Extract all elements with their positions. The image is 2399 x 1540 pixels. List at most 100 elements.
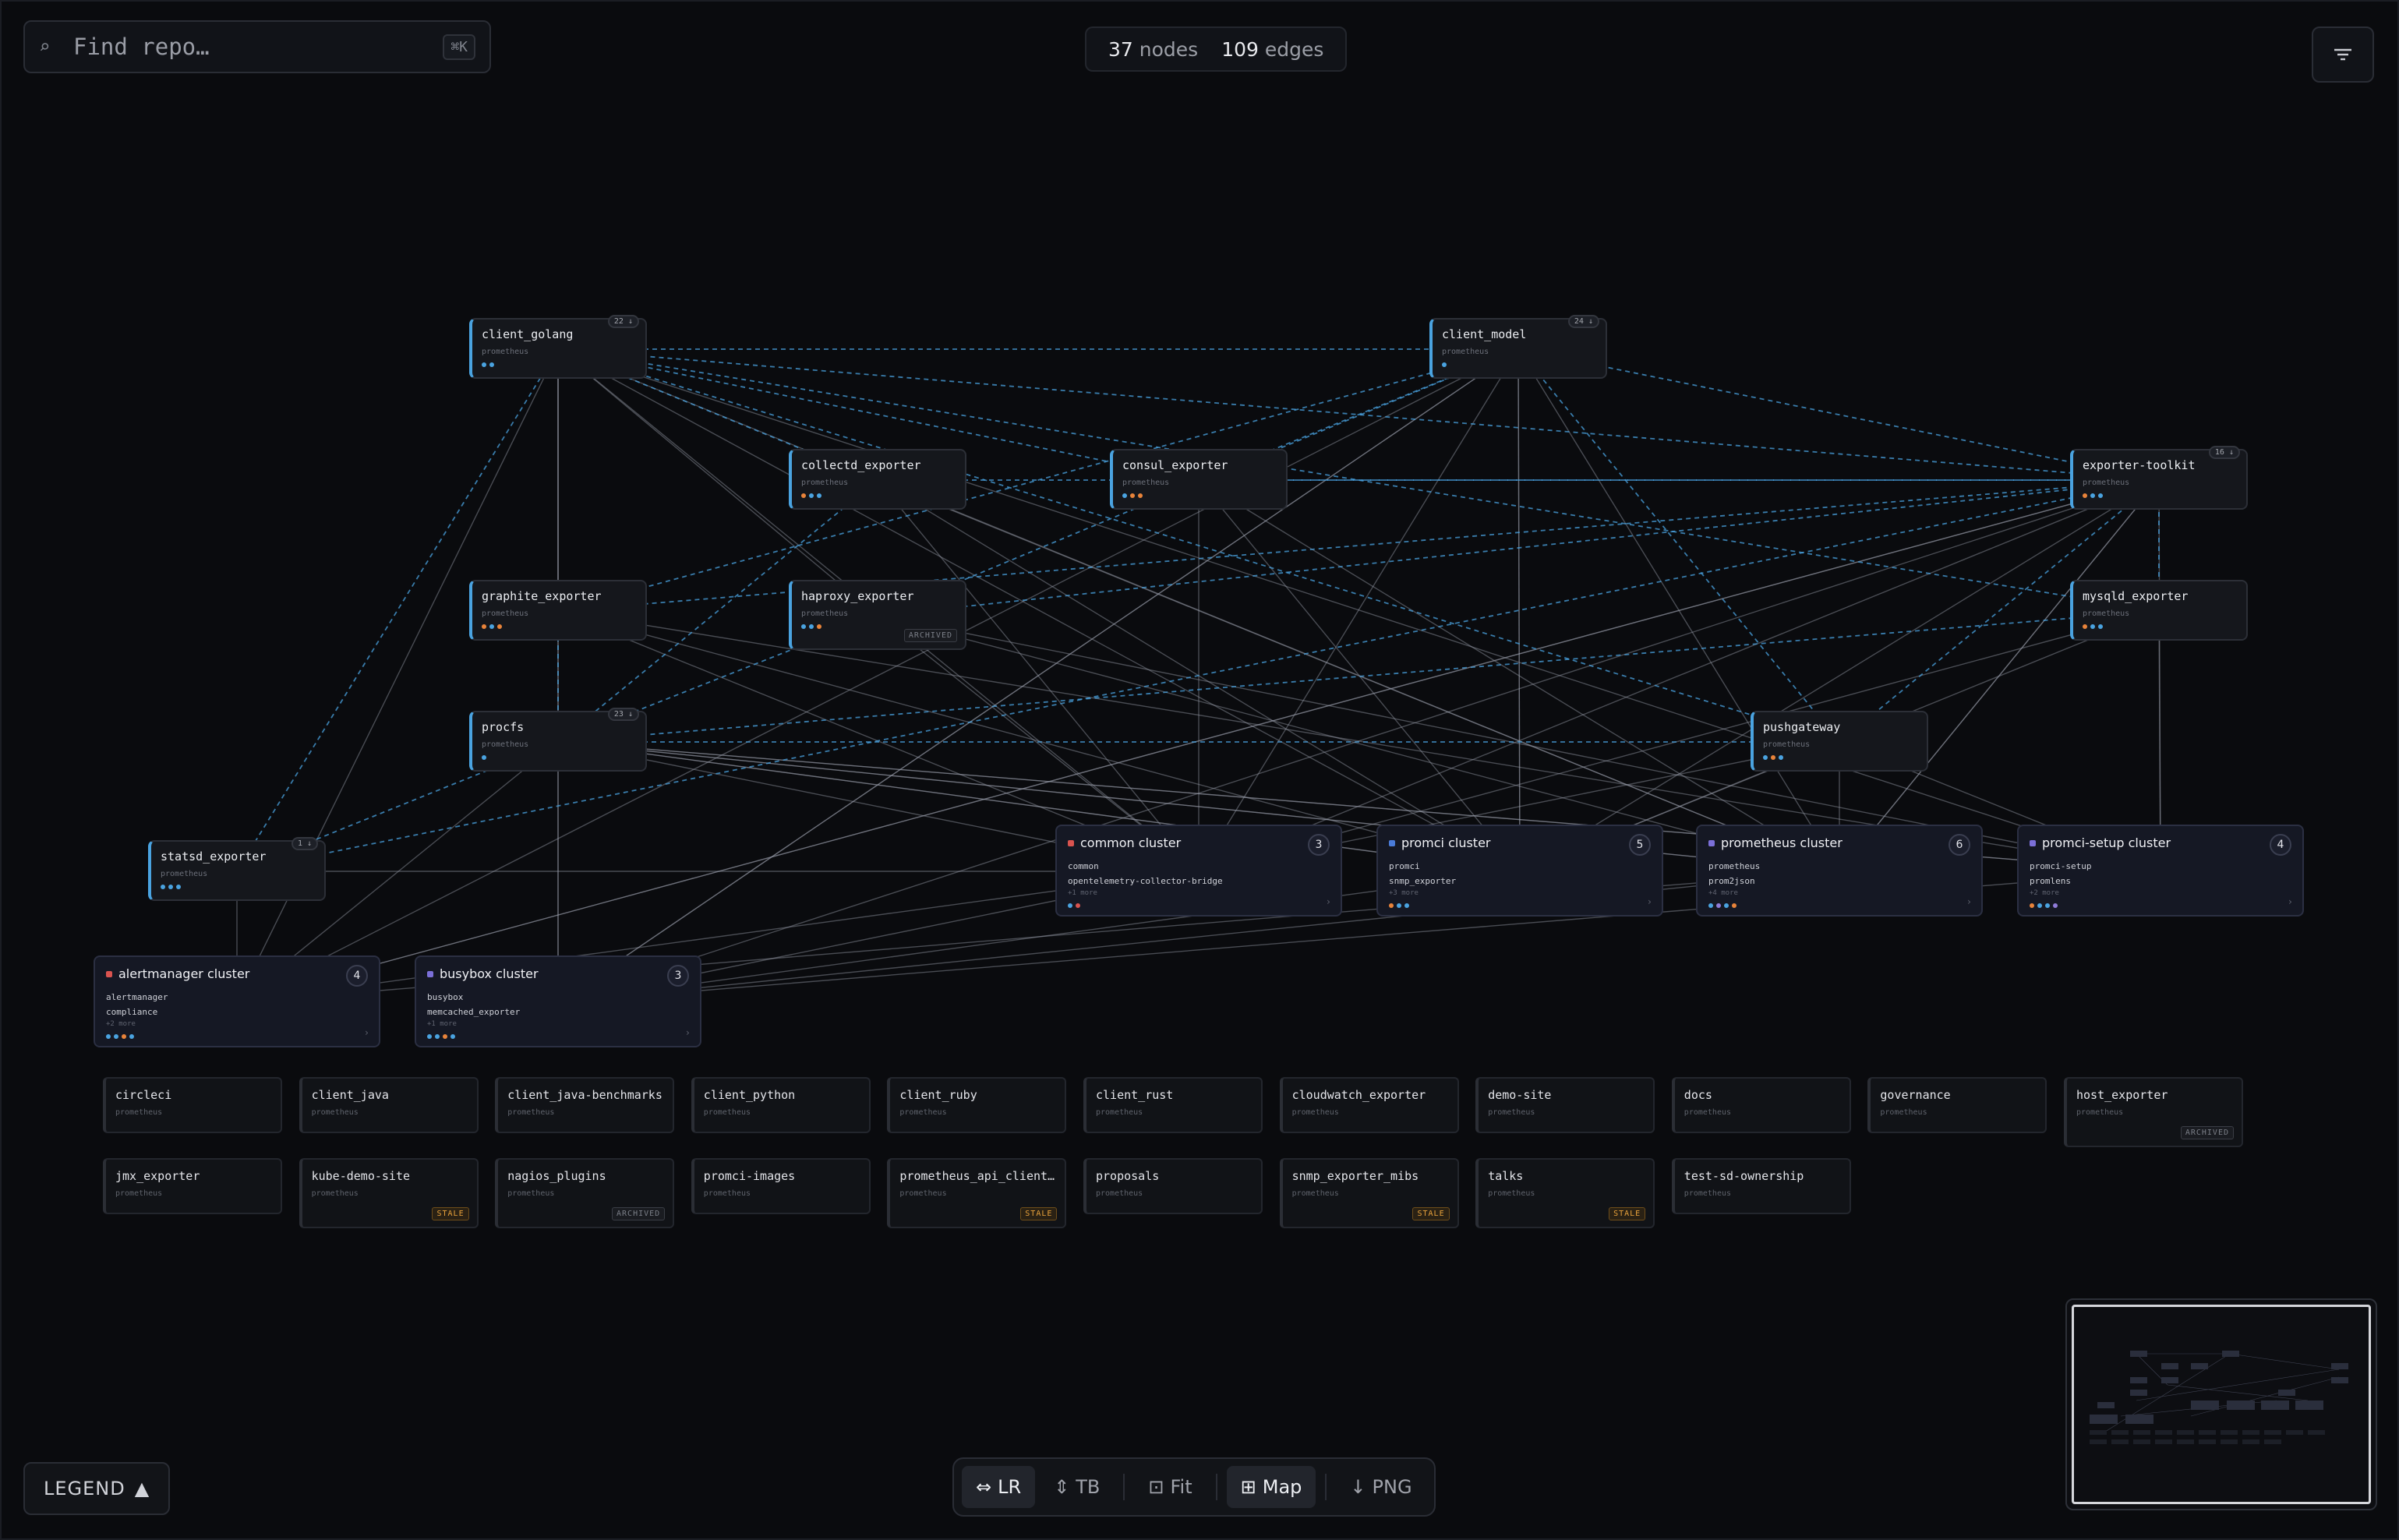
node-statsd-exporter[interactable]: 1 ↓ statsd_exporter prometheus (148, 837, 326, 901)
repo-tile[interactable]: client_rust prometheus (1083, 1077, 1263, 1133)
repo-tile[interactable]: jmx_exporter prometheus (103, 1158, 282, 1214)
minimap-toggle-button[interactable]: ⊞ Map (1226, 1466, 1316, 1508)
repo-tile[interactable]: circleci prometheus (103, 1077, 282, 1133)
cluster-member: prom2json (1708, 876, 1755, 886)
cluster-color-swatch (1708, 839, 1715, 846)
repo-org: prometheus (899, 1108, 947, 1117)
node-mysqld-exporter[interactable]: mysqld_exporter prometheus (2070, 580, 2248, 641)
language-dots (482, 624, 636, 629)
language-dot (2083, 493, 2087, 498)
language-dot (2098, 493, 2103, 498)
node-client-model[interactable]: 24 ↓ client_model prometheus (1429, 315, 1607, 379)
export-png-button[interactable]: ↓ PNG (1336, 1466, 1426, 1508)
dependent-count: 24 ↓ (1567, 315, 1599, 328)
language-dot (106, 1034, 111, 1039)
repo-tile[interactable]: host_exporter prometheus ARCHIVED (2064, 1077, 2243, 1147)
cluster-member: common (1068, 861, 1099, 871)
repo-org: prometheus (1096, 1189, 1143, 1198)
repo-tile[interactable]: kube-demo-site prometheus STALE (299, 1158, 479, 1228)
language-dot (2037, 903, 2042, 908)
node-haproxy-exporter[interactable]: haproxy_exporter prometheus ARCHIVED (789, 580, 966, 650)
chevron-right-icon[interactable]: › (1647, 896, 1652, 907)
dependent-count: 22 ↓ (607, 315, 639, 328)
language-dot (427, 1034, 432, 1039)
language-dot (450, 1034, 455, 1039)
cluster-promci[interactable]: promci cluster 5 promci snmp_exporter +3… (1376, 825, 1663, 917)
language-dot (122, 1034, 126, 1039)
cluster-promci-setup[interactable]: promci-setup cluster 4 promci-setup prom… (2017, 825, 2304, 917)
language-dot (482, 362, 486, 367)
language-dot (482, 755, 486, 760)
node-collectd-exporter[interactable]: collectd_exporter prometheus (789, 449, 966, 510)
repo-tile[interactable]: client_python prometheus (691, 1077, 871, 1133)
repo-tile[interactable]: nagios_plugins prometheus ARCHIVED (495, 1158, 675, 1228)
minimap[interactable] (2065, 1298, 2377, 1510)
cluster-title: common cluster (1068, 835, 1330, 850)
cluster-busybox[interactable]: busybox cluster 3 busybox memcached_expo… (415, 955, 701, 1047)
node-client-golang[interactable]: 22 ↓ client_golang prometheus (469, 315, 647, 379)
stale-badge: STALE (1609, 1207, 1646, 1220)
button-label: LR (998, 1476, 1022, 1498)
language-dot (2090, 624, 2095, 629)
language-dots (1442, 362, 1596, 367)
repo-tile[interactable]: test-sd-ownership prometheus (1671, 1158, 1851, 1214)
legend-toggle-button[interactable]: LEGEND ▲ (23, 1462, 171, 1515)
language-dots (1708, 903, 1970, 908)
repo-name: talks (1488, 1169, 1524, 1183)
repo-tile[interactable]: demo-site prometheus (1475, 1077, 1655, 1133)
chevron-right-icon[interactable]: › (1966, 896, 1972, 907)
layout-tb-button[interactable]: ⇕ TB (1040, 1466, 1114, 1508)
repo-org: prometheus (311, 1108, 359, 1117)
cluster-title: promci cluster (1389, 835, 1651, 850)
graph-edge (1517, 348, 2160, 481)
repo-org: prometheus (507, 1108, 555, 1117)
node-consul-exporter[interactable]: consul_exporter prometheus (1110, 449, 1288, 510)
repo-tile[interactable]: talks prometheus STALE (1475, 1158, 1655, 1228)
cluster-title: promci-setup cluster (2030, 835, 2291, 850)
repo-org: prometheus (1291, 1189, 1339, 1198)
cluster-member: memcached_exporter (427, 1007, 521, 1017)
download-icon: ↓ (1350, 1476, 1366, 1498)
node-exporter-toolkit[interactable]: 16 ↓ exporter-toolkit prometheus (2070, 446, 2248, 510)
cluster-size-badge: 3 (667, 965, 689, 987)
layout-lr-button[interactable]: ⇔ LR (962, 1466, 1036, 1508)
cluster-member: alertmanager (106, 992, 168, 1002)
repo-org: prometheus (703, 1108, 751, 1117)
repo-tile[interactable]: governance prometheus (1867, 1077, 2047, 1133)
node-graphite-exporter[interactable]: graphite_exporter prometheus (469, 580, 647, 641)
repo-tile[interactable]: snmp_exporter_mibs prometheus STALE (1279, 1158, 1459, 1228)
repo-tile[interactable]: cloudwatch_exporter prometheus (1279, 1077, 1459, 1133)
chevron-right-icon[interactable]: › (685, 1027, 691, 1038)
repo-tile[interactable]: promci-images prometheus (691, 1158, 871, 1214)
chevron-right-icon[interactable]: › (364, 1027, 369, 1038)
cluster-more: +4 more (1708, 889, 1738, 897)
node-name: haproxy_exporter (801, 589, 914, 603)
cluster-prometheus[interactable]: prometheus cluster 6 prometheus prom2jso… (1696, 825, 1983, 917)
cluster-alertmanager[interactable]: alertmanager cluster 4 alertmanager comp… (94, 955, 380, 1047)
node-pushgateway[interactable]: pushgateway prometheus (1751, 711, 1928, 772)
node-name: statsd_exporter (161, 849, 267, 864)
node-name: collectd_exporter (801, 458, 921, 472)
toolbar-divider (1123, 1474, 1125, 1500)
repo-org: prometheus (115, 1189, 163, 1198)
minimap-viewport[interactable] (2072, 1305, 2371, 1504)
cluster-member: snmp_exporter (1389, 876, 1457, 886)
repo-org: prometheus (1880, 1108, 1927, 1117)
chevron-right-icon[interactable]: › (1326, 896, 1331, 907)
chevron-right-icon[interactable]: › (2288, 896, 2293, 907)
repo-tile[interactable]: docs prometheus (1671, 1077, 1851, 1133)
fit-button[interactable]: ⊡ Fit (1134, 1466, 1206, 1508)
repo-tile[interactable]: client_java prometheus (299, 1077, 479, 1133)
repo-tile[interactable]: proposals prometheus (1083, 1158, 1263, 1214)
repo-tile[interactable]: client_ruby prometheus (887, 1077, 1067, 1133)
cluster-color-swatch (106, 970, 112, 977)
node-procfs[interactable]: 23 ↓ procfs prometheus (469, 708, 647, 772)
repo-tile[interactable]: client_java-benchmarks prometheus (495, 1077, 675, 1133)
language-dot (443, 1034, 447, 1039)
toolbar-divider (1325, 1474, 1327, 1500)
archived-badge: ARCHIVED (903, 629, 957, 642)
stale-badge: STALE (432, 1207, 469, 1220)
repo-tile[interactable]: prometheus_api_client… prometheus STALE (887, 1158, 1067, 1228)
cluster-common[interactable]: common cluster 3 common opentelemetry-co… (1055, 825, 1342, 917)
node-name: client_model (1442, 327, 1527, 341)
